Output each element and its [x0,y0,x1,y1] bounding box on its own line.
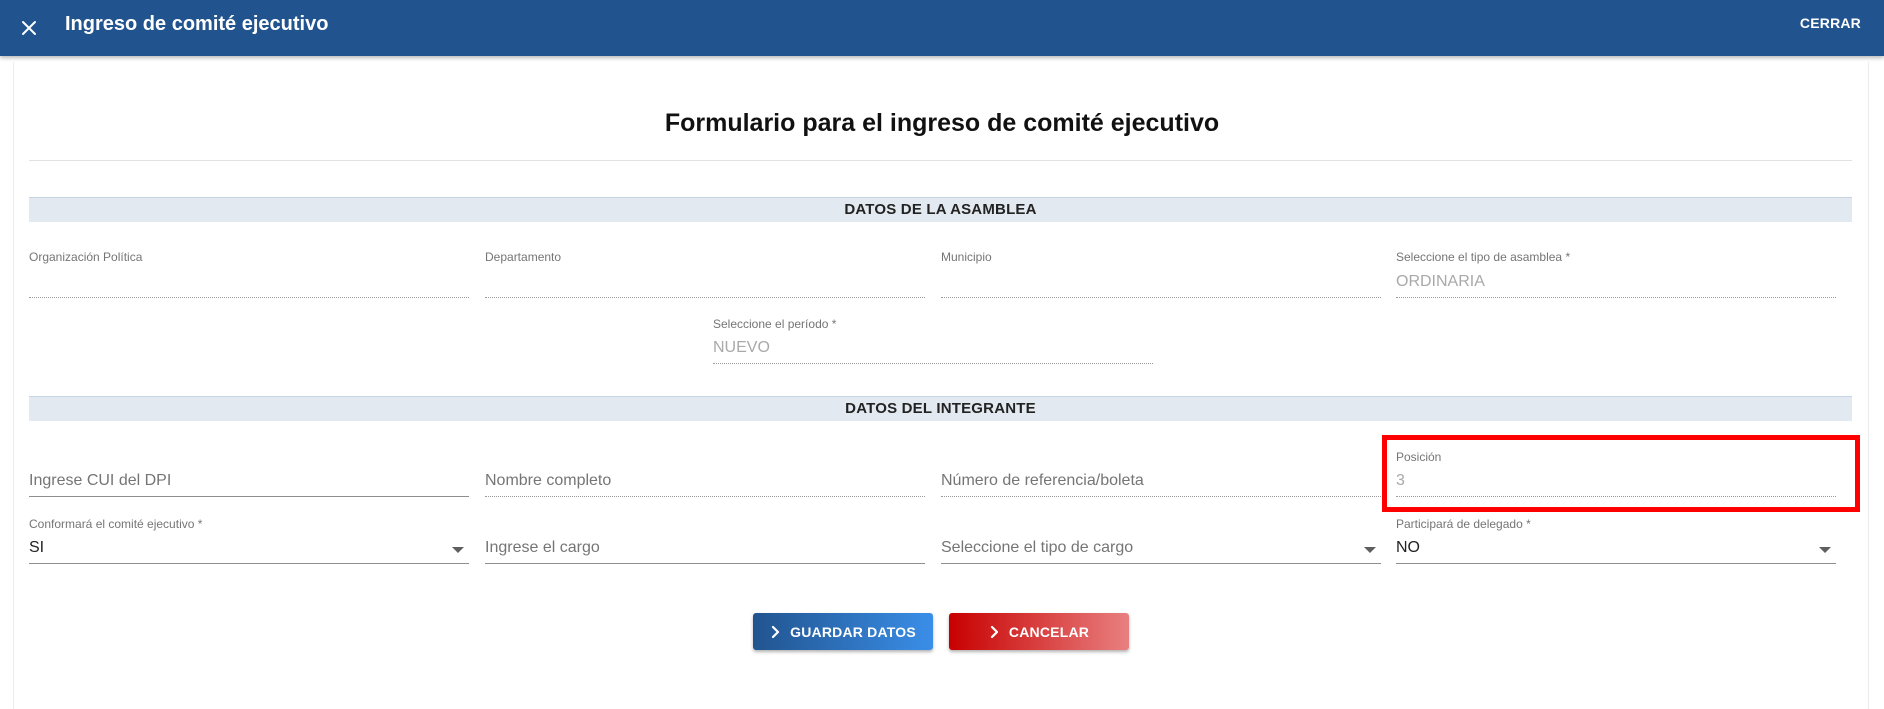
tipo-asamblea-select[interactable]: Seleccione el tipo de asamblea * ORDINAR… [1396,250,1836,300]
field-underline [941,297,1381,298]
close-icon [22,21,36,35]
app-header: Ingreso de comité ejecutivo CERRAR [0,0,1884,56]
delegado-label: Participará de delegado * [1396,517,1531,531]
field-underline [485,496,925,497]
title-divider [29,160,1852,161]
periodo-label: Seleccione el período * [713,317,837,331]
tipo-cargo-placeholder: Seleccione el tipo de cargo [941,539,1134,556]
field-underline [1396,297,1836,298]
delegado-select[interactable]: Participará de delegado * NO [1396,517,1836,567]
close-button[interactable] [13,12,45,44]
dropdown-arrow-icon [1819,547,1831,553]
cargo-input[interactable]: Ingrese el cargo [485,517,925,567]
section-header-integrante: DATOS DEL INTEGRANTE [29,396,1852,421]
municipio-field[interactable]: Municipio [941,250,1381,300]
field-underline [713,363,1153,364]
cui-placeholder: Ingrese CUI del DPI [29,472,172,489]
tipo-asamblea-value: ORDINARIA [1396,273,1485,290]
tipo-cargo-select[interactable]: Seleccione el tipo de cargo [941,517,1381,567]
header-title: Ingreso de comité ejecutivo [65,13,329,35]
referencia-boleta-input[interactable]: Número de referencia/boleta [941,460,1381,500]
guardar-datos-button[interactable]: GUARDAR DATOS [753,613,933,650]
conformara-comite-value: SI [29,539,45,556]
chevron-right-icon [772,625,780,638]
field-underline [941,563,1381,564]
conformara-comite-select[interactable]: Conformará el comité ejecutivo * SI [29,517,469,567]
referencia-boleta-placeholder: Número de referencia/boleta [941,472,1144,489]
tipo-asamblea-label: Seleccione el tipo de asamblea * [1396,250,1571,264]
guardar-datos-label: GUARDAR DATOS [790,623,916,640]
section-header-asamblea: DATOS DE LA ASAMBLEA [29,197,1852,222]
organizacion-politica-label: Organización Política [29,250,143,264]
form-title: Formulario para el ingreso de comité eje… [664,109,1220,137]
field-underline [485,297,925,298]
field-underline [29,297,469,298]
cancelar-label: CANCELAR [1008,623,1090,640]
departamento-label: Departamento [485,250,562,264]
departamento-field[interactable]: Departamento [485,250,925,300]
cerrar-button[interactable]: CERRAR [1800,15,1861,31]
municipio-label: Municipio [941,250,992,264]
periodo-select[interactable]: Seleccione el período * NUEVO [713,317,1153,367]
field-underline [1396,563,1836,564]
dropdown-arrow-icon [452,547,464,553]
posicion-highlight-box [1382,435,1860,512]
dropdown-arrow-icon [1364,547,1376,553]
field-underline [29,563,469,564]
cui-input[interactable]: Ingrese CUI del DPI [29,460,469,500]
field-underline [941,496,1381,497]
nombre-completo-input[interactable]: Nombre completo [485,460,925,500]
cargo-placeholder: Ingrese el cargo [485,539,600,556]
cancelar-button[interactable]: CANCELAR [949,613,1129,650]
organizacion-politica-field[interactable]: Organización Política [29,250,469,300]
field-underline [29,496,469,497]
field-underline [485,563,925,564]
nombre-completo-placeholder: Nombre completo [485,472,612,489]
chevron-right-icon [990,625,999,638]
conformara-comite-label: Conformará el comité ejecutivo * [29,517,203,531]
periodo-value: NUEVO [713,339,770,356]
delegado-value: NO [1396,539,1420,556]
